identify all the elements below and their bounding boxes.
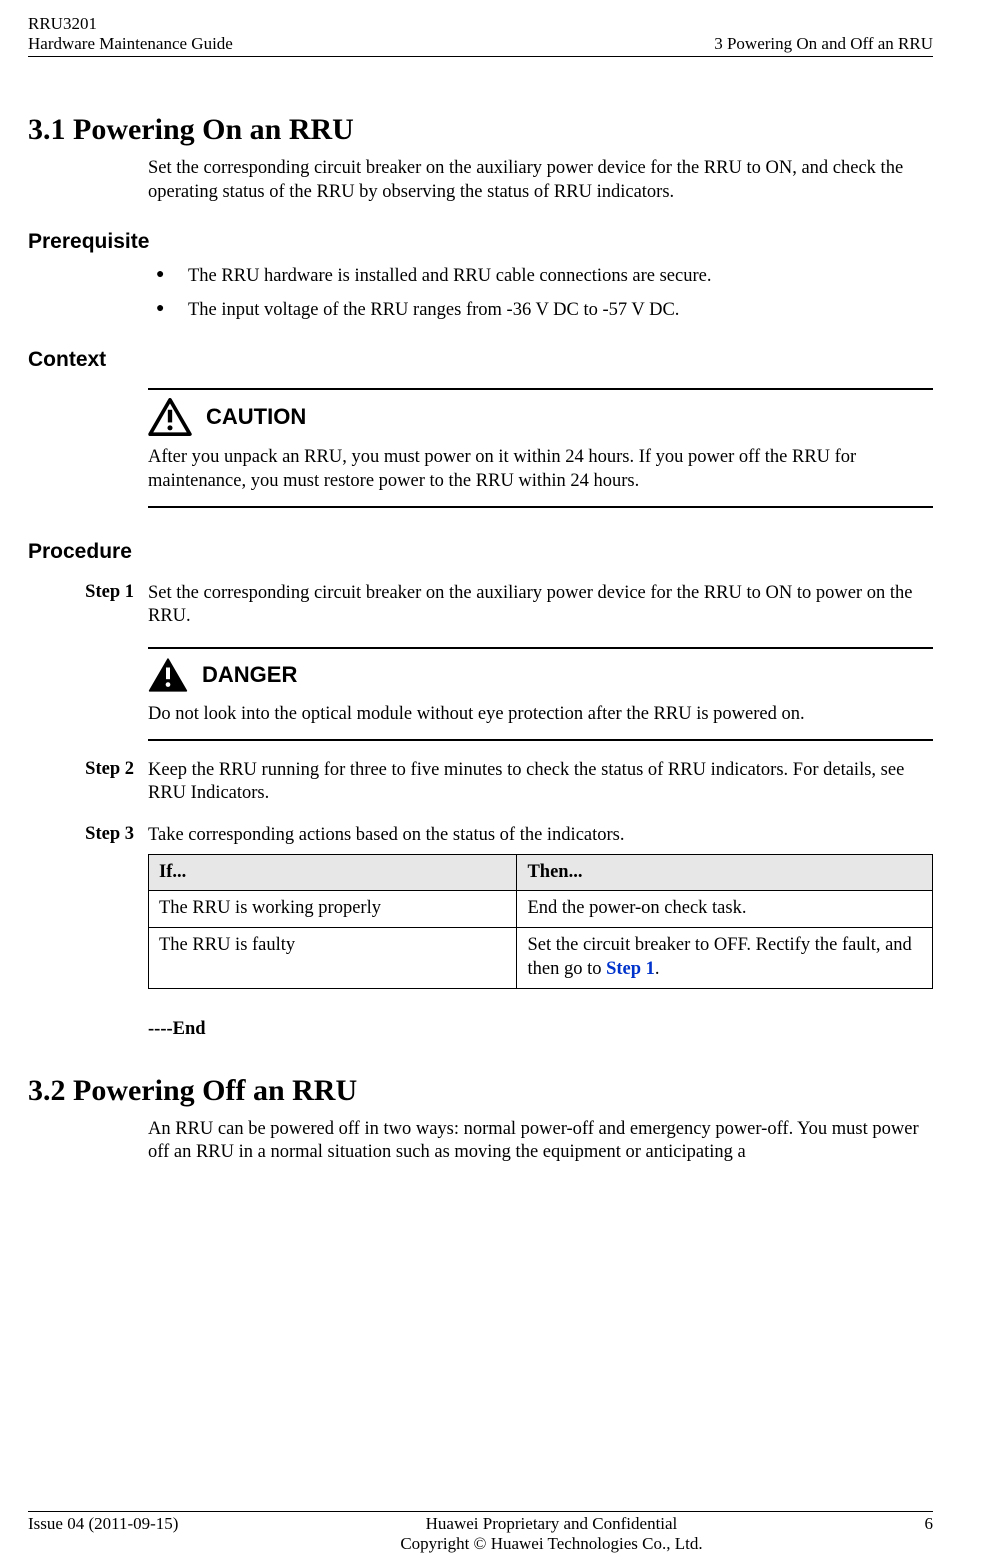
- step-2: Step 2 Keep the RRU running for three to…: [28, 759, 933, 806]
- prerequisite-heading: Prerequisite: [28, 230, 933, 254]
- list-item: The input voltage of the RRU ranges from…: [148, 298, 933, 322]
- table-cell: End the power-on check task.: [517, 891, 933, 928]
- section-3-2-title: 3.2 Powering Off an RRU: [28, 1074, 933, 1108]
- table-header-then: Then...: [517, 854, 933, 891]
- section-3-2-intro: An RRU can be powered off in two ways: n…: [148, 1118, 933, 1165]
- step-1-link[interactable]: Step 1: [606, 959, 655, 979]
- table-header-if: If...: [149, 854, 517, 891]
- step-2-text: Keep the RRU running for three to five m…: [148, 759, 933, 806]
- procedure-heading: Procedure: [28, 540, 933, 564]
- if-then-table: If... Then... The RRU is working properl…: [148, 854, 933, 989]
- danger-icon: [148, 657, 188, 693]
- footer-copyright: Copyright © Huawei Technologies Co., Ltd…: [178, 1534, 924, 1554]
- caution-label: CAUTION: [206, 404, 306, 430]
- caution-text: After you unpack an RRU, you must power …: [148, 446, 933, 493]
- table-cell-text-tail: .: [655, 959, 660, 979]
- step-2-label: Step 2: [28, 759, 148, 806]
- table-cell: Set the circuit breaker to OFF. Rectify …: [517, 928, 933, 988]
- footer-confidential: Huawei Proprietary and Confidential: [178, 1514, 924, 1534]
- header-product: RRU3201: [28, 14, 233, 34]
- step-3-label: Step 3: [28, 824, 148, 988]
- danger-callout: DANGER Do not look into the optical modu…: [148, 647, 933, 741]
- table-cell-text: Set the circuit breaker to OFF. Rectify …: [527, 935, 911, 979]
- step-3: Step 3 Take corresponding actions based …: [28, 824, 933, 988]
- procedure-end: ----End: [148, 1019, 933, 1040]
- step-1-text: Set the corresponding circuit breaker on…: [148, 582, 933, 629]
- table-row: The RRU is working properly End the powe…: [149, 891, 933, 928]
- section-3-1-intro: Set the corresponding circuit breaker on…: [148, 157, 933, 204]
- table-row: If... Then...: [149, 854, 933, 891]
- table-cell: The RRU is working properly: [149, 891, 517, 928]
- page-number: 6: [925, 1514, 934, 1554]
- table-row: The RRU is faulty Set the circuit breake…: [149, 928, 933, 988]
- list-item: The RRU hardware is installed and RRU ca…: [148, 264, 933, 288]
- step-3-text: Take corresponding actions based on the …: [148, 824, 933, 848]
- header-guide: Hardware Maintenance Guide: [28, 34, 233, 54]
- danger-text: Do not look into the optical module with…: [148, 703, 933, 727]
- prerequisite-list: The RRU hardware is installed and RRU ca…: [148, 264, 933, 322]
- table-cell: The RRU is faulty: [149, 928, 517, 988]
- step-1: Step 1 Set the corresponding circuit bre…: [28, 582, 933, 629]
- context-heading: Context: [28, 348, 933, 372]
- footer-issue: Issue 04 (2011-09-15): [28, 1514, 178, 1554]
- caution-callout: CAUTION After you unpack an RRU, you mus…: [148, 388, 933, 507]
- page-header: RRU3201 Hardware Maintenance Guide 3 Pow…: [28, 14, 933, 54]
- callout-rule-top: [148, 388, 933, 390]
- callout-rule-bottom: [148, 506, 933, 508]
- footer-rule: [28, 1511, 933, 1512]
- section-3-1-title: 3.1 Powering On an RRU: [28, 113, 933, 147]
- caution-icon: [148, 398, 192, 436]
- danger-label: DANGER: [202, 662, 297, 688]
- callout-rule-top: [148, 647, 933, 649]
- step-1-label: Step 1: [28, 582, 148, 629]
- page-footer: Issue 04 (2011-09-15) Huawei Proprietary…: [28, 1509, 933, 1554]
- header-chapter: 3 Powering On and Off an RRU: [714, 34, 933, 54]
- callout-rule-bottom: [148, 739, 933, 741]
